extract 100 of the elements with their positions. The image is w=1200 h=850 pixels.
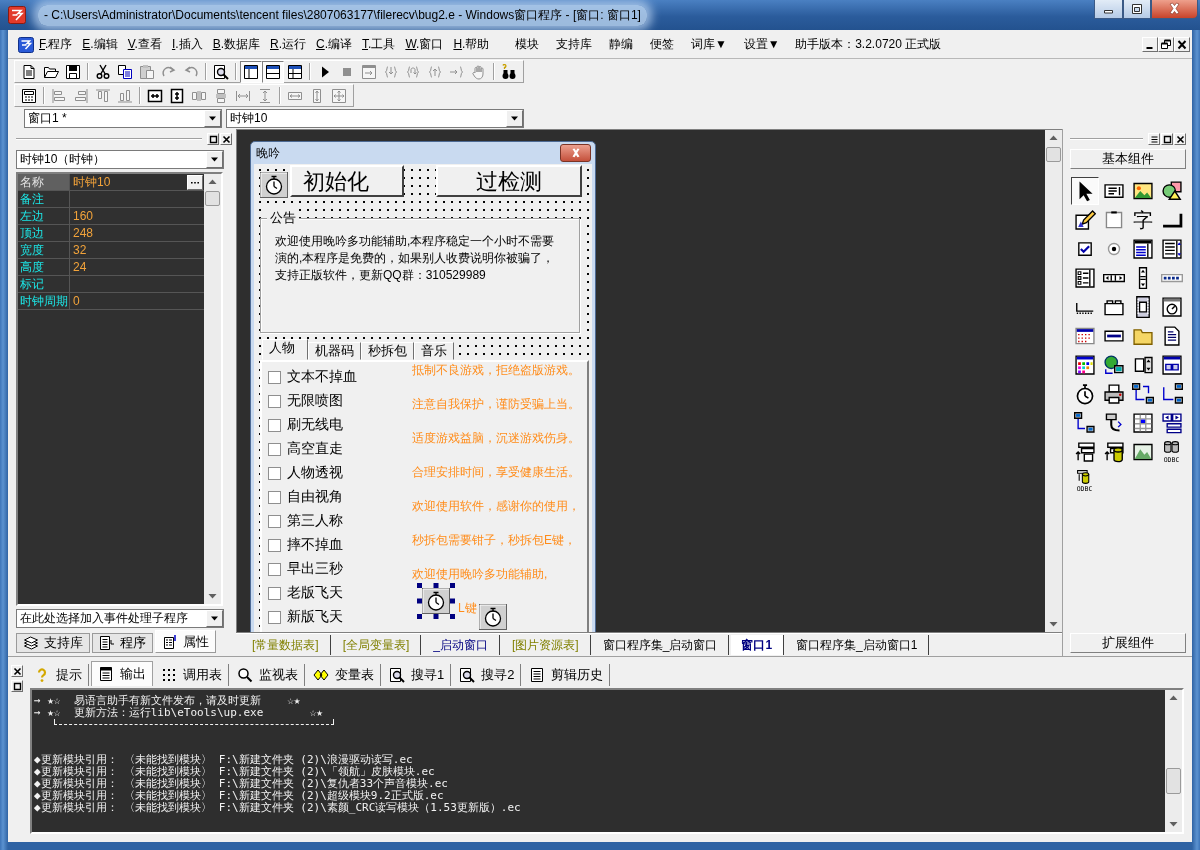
menu-item[interactable]: 便签 — [641, 36, 683, 53]
window-layout-icon[interactable] — [240, 60, 262, 83]
checkbox[interactable] — [268, 538, 281, 552]
dropdown[interactable]: 窗口1 * — [24, 108, 222, 128]
binoculars-icon[interactable] — [501, 63, 517, 80]
character-tool[interactable]: 字 — [1131, 207, 1154, 232]
document-tab[interactable]: [常量数据表] — [242, 635, 331, 655]
caret-icon[interactable] — [206, 151, 223, 168]
tab[interactable]: 剪辑历史 — [523, 664, 611, 686]
property-name[interactable]: 左边 — [18, 208, 70, 224]
checkbox[interactable] — [268, 586, 281, 600]
checkbox[interactable] — [268, 562, 281, 576]
tab[interactable]: 变量表 — [307, 664, 381, 686]
checkbox[interactable] — [268, 466, 281, 480]
document-tab[interactable]: 窗口程序集_启动窗口 — [592, 635, 730, 655]
close-icon[interactable] — [1151, 0, 1198, 19]
tab[interactable]: 秒拆包 — [361, 342, 414, 360]
checkbox[interactable] — [268, 370, 281, 384]
center-horizontal-icon[interactable] — [147, 87, 163, 104]
more-icon[interactable] — [187, 174, 203, 190]
menu-item[interactable]: 词库▼ — [682, 36, 736, 53]
menu-item[interactable]: I.插入 — [166, 36, 208, 53]
restore-icon[interactable] — [207, 132, 219, 145]
close-icon[interactable] — [560, 144, 591, 162]
caret-icon[interactable] — [206, 610, 223, 627]
scroll-thumb[interactable] — [1046, 147, 1061, 162]
form-button[interactable]: 初始化 — [290, 165, 404, 197]
scrollbar[interactable] — [1045, 130, 1062, 632]
window-layout-icon[interactable] — [287, 63, 303, 80]
computers-icon[interactable] — [1131, 382, 1154, 405]
property-value[interactable]: 0 — [70, 294, 204, 308]
document-tab[interactable]: _启动窗口 — [423, 635, 501, 655]
stopwatch-icon[interactable] — [417, 583, 455, 619]
restore-icon[interactable] — [11, 680, 23, 692]
record-list-icon[interactable] — [1073, 440, 1096, 463]
dropdown[interactable]: 时钟10（时钟） — [16, 150, 224, 169]
property-name[interactable]: 顶边 — [18, 225, 70, 241]
computers-icon[interactable] — [1073, 411, 1096, 434]
stopwatch-icon[interactable] — [479, 604, 507, 630]
property-name[interactable]: 标记 — [18, 276, 70, 292]
copy-icon[interactable] — [117, 63, 133, 80]
document-icon[interactable] — [21, 63, 37, 80]
checkbox[interactable] — [268, 610, 281, 624]
caret-icon[interactable] — [506, 109, 523, 127]
app-icon[interactable] — [18, 36, 34, 53]
window-icon[interactable] — [1160, 353, 1183, 376]
panel-tab[interactable]: 支持库 — [16, 633, 90, 653]
window-icon[interactable] — [21, 87, 37, 104]
menu-item[interactable]: W.窗口 — [400, 36, 449, 53]
list-window-icon[interactable] — [1131, 237, 1154, 260]
property-name[interactable]: 高度 — [18, 259, 70, 275]
clock-window-icon[interactable] — [1160, 295, 1183, 318]
property-name[interactable]: 备注 — [18, 191, 70, 207]
property-value[interactable]: 160 — [70, 209, 204, 223]
menu-item[interactable]: 设置▼ — [735, 36, 789, 53]
globe-computer-icon[interactable] — [1102, 353, 1125, 376]
navigation-bar-icon[interactable] — [1160, 411, 1183, 434]
printer-icon[interactable] — [1102, 382, 1125, 405]
tab[interactable]: 输出 — [91, 661, 153, 686]
category-button[interactable]: 扩展组件 — [1070, 633, 1186, 653]
checkbox[interactable] — [268, 418, 281, 432]
tab[interactable]: 调用表 — [155, 664, 229, 686]
tab[interactable]: 机器码 — [308, 342, 361, 360]
property-name[interactable]: 时钟周期 — [18, 293, 70, 309]
tab[interactable]: 搜寻1 — [383, 664, 452, 686]
tab[interactable]: 人物 — [262, 339, 308, 360]
database-icon[interactable] — [1102, 440, 1125, 463]
scroll-thumb[interactable] — [1166, 768, 1181, 794]
form-button[interactable]: 过检测 — [436, 165, 582, 197]
property-name[interactable]: 宽度 — [18, 242, 70, 258]
pointer-icon[interactable] — [1070, 176, 1099, 205]
menu-item[interactable]: V.查看 — [122, 36, 167, 53]
property-value[interactable]: 248 — [70, 226, 204, 240]
menu-item[interactable]: 静编 — [600, 36, 642, 53]
tab[interactable]: 音乐 — [414, 342, 454, 360]
checklist-icon[interactable] — [1073, 266, 1096, 289]
scissors-icon[interactable] — [95, 63, 111, 80]
dropdown[interactable]: 在此处选择加入事件处理子程序 — [16, 609, 224, 628]
scrollbar[interactable] — [204, 174, 221, 604]
checkbox[interactable] — [268, 442, 281, 456]
stopwatch-icon[interactable] — [260, 172, 288, 198]
shapes-icon[interactable] — [1160, 179, 1183, 202]
restore-icon[interactable] — [1161, 132, 1173, 145]
table-icon[interactable] — [1131, 411, 1154, 434]
menu-item[interactable]: F.程序 — [34, 36, 78, 53]
scrollbar[interactable] — [1165, 690, 1182, 832]
center-vertical-icon[interactable] — [169, 87, 185, 104]
maximize-icon[interactable] — [1123, 0, 1151, 19]
document-tab[interactable]: [图片资源表] — [502, 635, 591, 655]
category-button[interactable]: 基本组件 — [1070, 149, 1186, 169]
tab[interactable]: 提示 — [28, 664, 89, 686]
caret-icon[interactable] — [204, 109, 221, 127]
property-value[interactable]: 时钟10 — [70, 173, 187, 191]
checkbox[interactable] — [268, 514, 281, 528]
menu-item[interactable]: 支持库 — [547, 36, 601, 53]
search-icon[interactable] — [213, 63, 229, 80]
computers-icon[interactable] — [1160, 382, 1183, 405]
menu-item[interactable]: C.编译 — [311, 36, 358, 53]
menu-item[interactable]: T.工具 — [357, 36, 401, 53]
scroll-thumb[interactable] — [205, 191, 220, 206]
